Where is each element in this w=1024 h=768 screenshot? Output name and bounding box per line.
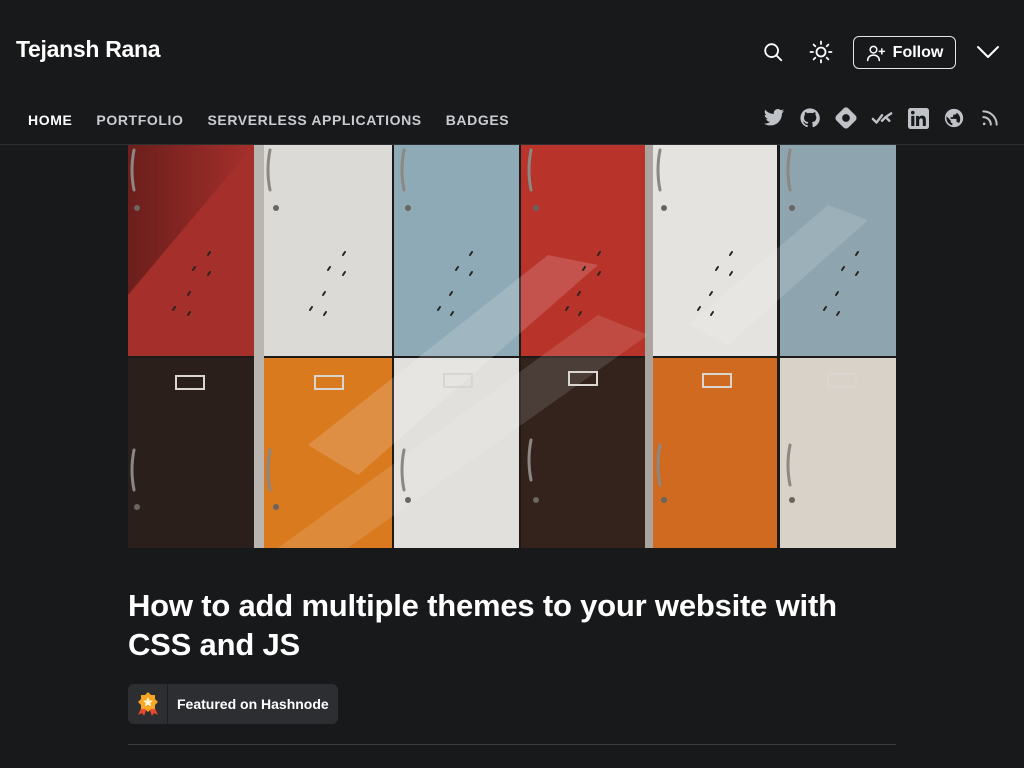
hashnode-icon — [835, 107, 857, 129]
website-icon — [944, 108, 964, 128]
site-header: Tejansh Rana Follow HOME PORTFOLIO SERVE… — [0, 0, 1024, 145]
devto-link[interactable] — [870, 106, 894, 130]
menu-toggle-button[interactable] — [972, 36, 1004, 68]
featured-ribbon-icon — [137, 692, 158, 716]
post-title: How to add multiple themes to your websi… — [128, 588, 837, 662]
nav-item-home[interactable]: HOME — [16, 104, 84, 136]
search-button[interactable] — [757, 36, 789, 68]
content-divider — [128, 744, 896, 745]
website-link[interactable] — [942, 106, 966, 130]
cover-image — [128, 145, 896, 548]
linkedin-link[interactable] — [906, 106, 930, 130]
follow-button[interactable]: Follow — [853, 36, 956, 69]
rss-link[interactable] — [978, 106, 1002, 130]
github-link[interactable] — [798, 106, 822, 130]
twitter-icon — [763, 109, 785, 126]
rss-icon — [982, 110, 998, 126]
blog-nav: HOME PORTFOLIO SERVERLESS APPLICATIONS B… — [16, 104, 521, 136]
social-links — [762, 106, 1002, 130]
user-plus-icon — [866, 45, 885, 61]
blog-title[interactable]: Tejansh Rana — [16, 36, 161, 63]
devto-icon — [871, 112, 893, 124]
sun-icon — [809, 40, 833, 64]
lockers-photo — [128, 145, 896, 548]
nav-item-portfolio[interactable]: PORTFOLIO — [84, 104, 195, 136]
featured-badge[interactable]: Featured on Hashnode — [128, 684, 338, 724]
search-icon — [764, 43, 783, 62]
nav-item-badges[interactable]: BADGES — [434, 104, 522, 136]
follow-label: Follow — [892, 43, 944, 61]
nav-item-serverless-applications[interactable]: SERVERLESS APPLICATIONS — [195, 104, 433, 136]
linkedin-icon — [907, 107, 929, 129]
featured-label: Featured on Hashnode — [177, 696, 329, 712]
twitter-link[interactable] — [762, 106, 786, 130]
hashnode-link[interactable] — [834, 106, 858, 130]
theme-toggle-button[interactable] — [805, 36, 837, 68]
chevron-down-icon — [977, 46, 999, 58]
github-icon — [800, 108, 820, 128]
featured-badge-icon-wrap — [128, 684, 168, 724]
